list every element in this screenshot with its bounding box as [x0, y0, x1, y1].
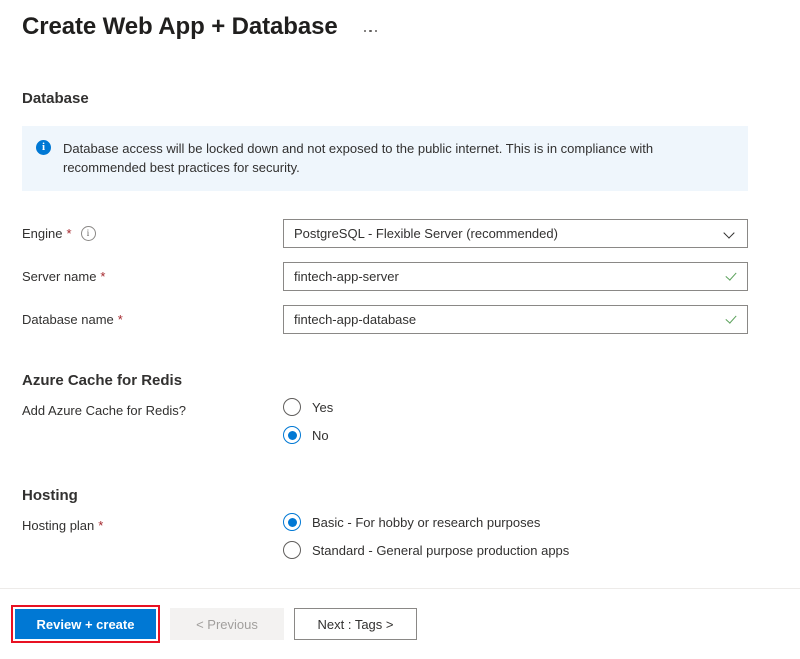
- chevron-down-icon: [725, 228, 736, 239]
- redis-option-row: Add Azure Cache for Redis? Yes No: [22, 398, 778, 444]
- database-name-input[interactable]: fintech-app-database: [283, 304, 748, 334]
- database-name-value: fintech-app-database: [294, 311, 417, 327]
- redis-radio-no-label: No: [312, 427, 329, 443]
- database-name-label: Database name *: [22, 311, 283, 327]
- form-content: Database i Database access will be locke…: [0, 90, 800, 559]
- redis-label-text: Add Azure Cache for Redis?: [22, 403, 187, 418]
- more-options-icon[interactable]: [360, 24, 382, 39]
- server-name-value: fintech-app-server: [294, 268, 399, 284]
- server-name-input[interactable]: fintech-app-server: [283, 261, 748, 291]
- server-name-required-asterisk: *: [100, 269, 106, 284]
- database-section-heading-wrap: Database: [22, 90, 778, 107]
- radio-selected-icon: [283, 426, 301, 444]
- server-name-label-text: Server name: [22, 269, 97, 284]
- radio-unselected-icon: [283, 398, 301, 416]
- redis-section-heading-wrap: Azure Cache for Redis: [22, 372, 778, 389]
- hosting-plan-label: Hosting plan *: [22, 513, 283, 533]
- hosting-section-heading-wrap: Hosting: [22, 487, 778, 504]
- redis-label: Add Azure Cache for Redis?: [22, 398, 283, 418]
- database-name-row: Database name * fintech-app-database: [22, 304, 778, 334]
- engine-select[interactable]: PostgreSQL - Flexible Server (recommende…: [283, 218, 748, 248]
- database-name-field-area: fintech-app-database: [283, 304, 778, 334]
- previous-button: < Previous: [170, 608, 284, 640]
- ellipsis-dot: [363, 29, 367, 33]
- redis-radio-area: Yes No: [283, 398, 778, 444]
- engine-info-tooltip-icon[interactable]: i: [80, 226, 96, 241]
- hosting-radio-basic[interactable]: Basic - For hobby or research purposes: [283, 513, 778, 531]
- hosting-plan-label-text: Hosting plan: [22, 518, 95, 533]
- server-name-field-area: fintech-app-server: [283, 261, 778, 291]
- database-name-label-text: Database name: [22, 312, 114, 327]
- engine-row: Engine * i PostgreSQL - Flexible Server …: [22, 218, 778, 248]
- redis-radio-yes-label: Yes: [312, 399, 334, 415]
- engine-label-text: Engine: [22, 226, 63, 241]
- ellipsis-dot: [374, 29, 378, 33]
- engine-selected-value: PostgreSQL - Flexible Server (recommende…: [294, 225, 558, 241]
- redis-section-heading: Azure Cache for Redis: [22, 372, 183, 389]
- title-bar: Create Web App + Database: [0, 0, 800, 46]
- hosting-radio-standard[interactable]: Standard - General purpose production ap…: [283, 541, 778, 559]
- hosting-section-heading: Hosting: [22, 487, 78, 504]
- checkmark-valid-icon: [725, 313, 738, 326]
- page-title: Create Web App + Database: [22, 13, 338, 40]
- next-tags-button[interactable]: Next : Tags >: [294, 608, 417, 640]
- radio-unselected-icon: [283, 541, 301, 559]
- redis-radio-yes[interactable]: Yes: [283, 398, 778, 416]
- server-name-row: Server name * fintech-app-server: [22, 261, 778, 291]
- review-create-button[interactable]: Review + create: [15, 609, 156, 639]
- engine-required-asterisk: *: [66, 226, 72, 241]
- info-banner: i Database access will be locked down an…: [22, 126, 748, 191]
- checkmark-valid-icon: [725, 270, 738, 283]
- hosting-radio-standard-label: Standard - General purpose production ap…: [312, 542, 570, 558]
- server-name-label: Server name *: [22, 268, 283, 284]
- info-icon: i: [36, 140, 51, 155]
- redis-radio-no[interactable]: No: [283, 426, 778, 444]
- redis-radio-group: Yes No: [283, 398, 778, 444]
- hosting-radio-group: Basic - For hobby or research purposes S…: [283, 513, 778, 559]
- database-name-required-asterisk: *: [117, 312, 123, 327]
- database-section-heading: Database: [22, 90, 89, 107]
- hosting-plan-row: Hosting plan * Basic - For hobby or rese…: [22, 513, 778, 559]
- radio-selected-icon: [283, 513, 301, 531]
- review-create-highlight: Review + create: [11, 605, 160, 643]
- hosting-radio-basic-label: Basic - For hobby or research purposes: [312, 514, 541, 530]
- hosting-plan-required-asterisk: *: [98, 518, 104, 533]
- info-banner-text: Database access will be locked down and …: [63, 141, 654, 175]
- engine-field-area: PostgreSQL - Flexible Server (recommende…: [283, 218, 778, 248]
- ellipsis-dot: [369, 29, 372, 33]
- hosting-radio-area: Basic - For hobby or research purposes S…: [283, 513, 778, 559]
- footer-action-bar: Review + create < Previous Next : Tags >: [0, 589, 800, 659]
- engine-label: Engine * i: [22, 225, 283, 241]
